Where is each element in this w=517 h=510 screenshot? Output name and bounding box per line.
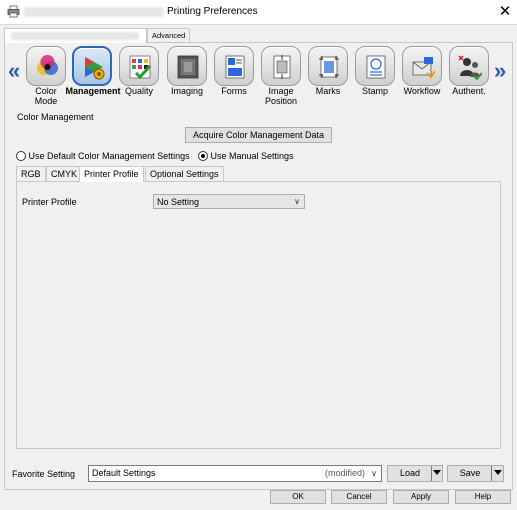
nav-item-frame xyxy=(308,46,348,86)
load-label: Load xyxy=(399,468,421,478)
tab-cmyk[interactable]: CMYK xyxy=(46,166,83,181)
tab-advanced[interactable]: Advanced xyxy=(147,28,191,42)
radio-default-settings[interactable]: Use Default Color Management Settings xyxy=(16,151,190,163)
nav-item-marks[interactable]: Marks xyxy=(306,46,350,108)
save-label: Save xyxy=(459,468,481,478)
chevron-down-icon: ∨ xyxy=(371,469,377,478)
favorite-setting-select[interactable]: Default Settings (modified) ∨ xyxy=(88,465,382,482)
group-title: Color Management xyxy=(17,112,94,122)
load-button[interactable]: Load xyxy=(387,465,443,482)
nav-item-management[interactable]: Management xyxy=(65,46,121,108)
save-button[interactable]: Save xyxy=(447,465,504,482)
nav-item-frame xyxy=(119,46,159,86)
chevron-down-icon: ∨ xyxy=(294,197,300,206)
imaging-icon xyxy=(177,55,199,79)
top-tab-bar: Advanced xyxy=(4,28,513,43)
cancel-button[interactable]: Cancel xyxy=(331,490,387,504)
tab-printer-profile[interactable]: Printer Profile xyxy=(79,166,144,182)
tab-printer-settings[interactable] xyxy=(4,28,147,43)
nav-item-frame xyxy=(402,46,442,86)
nav-item-label: Authent. xyxy=(452,86,486,96)
window-title: Printing Preferences xyxy=(167,6,258,17)
sub-tab-bar: RGB CMYK Printer Profile Optional Settin… xyxy=(16,166,501,182)
dropdown-arrow-icon[interactable] xyxy=(433,470,441,475)
tab-rgb[interactable]: RGB xyxy=(16,166,46,181)
nav-item-forms[interactable]: Forms xyxy=(212,46,256,108)
radio-indicator-selected[interactable] xyxy=(198,151,208,161)
radio-manual-settings[interactable]: Use Manual Settings xyxy=(198,151,294,163)
ok-button[interactable]: OK xyxy=(270,490,326,504)
nav-item-quality[interactable]: Quality xyxy=(117,46,161,108)
nav-item-imaging[interactable]: Imaging xyxy=(165,46,209,108)
nav-item-frame xyxy=(261,46,301,86)
title-bar: Printing Preferences ✕ xyxy=(0,0,517,24)
nav-item-frame xyxy=(26,46,66,86)
favorite-value: Default Settings xyxy=(92,468,156,478)
nav-item-frame xyxy=(355,46,395,86)
nav-item-authentication[interactable]: Authent. xyxy=(447,46,491,108)
printer-profile-panel xyxy=(16,181,501,449)
nav-item-stamp[interactable]: Stamp xyxy=(353,46,397,108)
close-button[interactable]: ✕ xyxy=(496,3,514,21)
radio-label: Use Manual Settings xyxy=(210,151,294,161)
color-management-icon xyxy=(85,57,105,80)
printer-profile-select[interactable]: No Setting ∨ xyxy=(153,194,305,209)
nav-item-workflow[interactable]: Workflow xyxy=(400,46,444,108)
scroll-left-button[interactable]: « xyxy=(8,60,20,82)
image-position-icon xyxy=(273,55,291,79)
stamp-icon xyxy=(366,55,386,79)
scroll-right-button[interactable]: » xyxy=(494,60,506,82)
select-value: No Setting xyxy=(157,197,200,207)
modified-indicator: (modified) xyxy=(324,468,365,478)
favorite-setting-label: Favorite Setting xyxy=(12,469,76,479)
split-divider xyxy=(431,466,432,481)
apply-button[interactable]: Apply xyxy=(393,490,449,504)
nav-item-frame xyxy=(167,46,207,86)
printer-profile-label: Printer Profile xyxy=(22,197,77,207)
printer-name-redacted xyxy=(24,7,164,17)
quality-icon xyxy=(129,55,152,80)
help-button[interactable]: Help xyxy=(455,490,511,504)
color-mode-icon xyxy=(37,55,58,75)
nav-item-frame-selected xyxy=(72,46,112,86)
radio-label: Use Default Color Management Settings xyxy=(28,151,190,161)
marks-icon xyxy=(319,56,339,78)
workflow-icon xyxy=(412,57,435,79)
nav-item-image-position[interactable]: Image Position xyxy=(259,46,303,108)
dropdown-arrow-icon[interactable] xyxy=(494,470,502,475)
acquire-color-management-button[interactable]: Acquire Color Management Data xyxy=(185,127,332,143)
nav-item-frame xyxy=(449,46,489,86)
forms-icon xyxy=(225,55,245,79)
tab-label-redacted xyxy=(11,32,139,40)
nav-item-frame xyxy=(214,46,254,86)
nav-item-color-mode[interactable]: Color Mode xyxy=(24,46,68,108)
printer-icon xyxy=(7,5,20,18)
radio-indicator[interactable] xyxy=(16,151,26,161)
authentication-icon xyxy=(458,55,482,80)
tab-optional-settings[interactable]: Optional Settings xyxy=(145,166,224,181)
split-divider xyxy=(491,466,492,481)
